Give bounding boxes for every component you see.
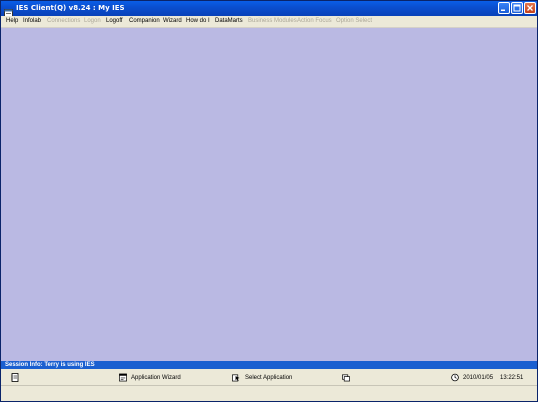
status-bar: Application Wizard Select Application 20… (1, 369, 537, 401)
close-icon (527, 5, 533, 11)
status-time: 13:22:51 (500, 375, 524, 381)
notebook-icon (11, 373, 19, 382)
menu-connections[interactable]: Connections (47, 16, 80, 27)
menu-logoff[interactable]: Logoff (106, 16, 123, 27)
select-application-label: Select Application (245, 375, 293, 381)
mdi-workspace[interactable] (1, 28, 537, 361)
menu-help[interactable]: Help (6, 16, 18, 27)
clock-icon (451, 373, 459, 382)
window-title: IES Client(Q) v8.24 : My IES (16, 4, 125, 12)
title-bar[interactable]: IES Client(Q) v8.24 : My IES (1, 1, 537, 17)
menu-action-focus[interactable]: Action Focus (297, 16, 332, 27)
minimize-icon (501, 9, 505, 11)
application-wizard-icon (119, 373, 127, 382)
select-application-icon (232, 374, 240, 382)
session-info-bar: Session Info: Terry is using IES (1, 361, 537, 369)
window-switch-icon (342, 374, 350, 382)
ies-client-window: IES Client(Q) v8.24 : My IES Help Infola… (0, 0, 538, 402)
status-date: 2010/01/05 (463, 375, 494, 381)
menu-companion[interactable]: Companion (129, 16, 160, 27)
menu-datamarts[interactable]: DataMarts (215, 16, 243, 27)
application-wizard-label: Application Wizard (131, 375, 181, 381)
menu-logon[interactable]: Logon (84, 16, 101, 27)
menu-bar: Help Infolab Connections Logon Logoff Co… (1, 16, 537, 28)
minimize-button[interactable] (498, 2, 510, 14)
menu-wizard[interactable]: Wizard (163, 16, 182, 27)
close-button[interactable] (524, 2, 536, 14)
maximize-button[interactable] (511, 2, 523, 14)
menu-infolab[interactable]: Infolab (23, 16, 41, 27)
menu-option-select[interactable]: Option Select (336, 16, 372, 27)
menu-business-modules[interactable]: Business Modules (248, 16, 297, 27)
maximize-icon (513, 4, 521, 12)
status-divider (1, 385, 537, 386)
app-window-icon[interactable] (4, 3, 14, 17)
menu-how-do-i[interactable]: How do I (186, 16, 210, 27)
session-info-text: Session Info: Terry is using IES (5, 362, 95, 368)
